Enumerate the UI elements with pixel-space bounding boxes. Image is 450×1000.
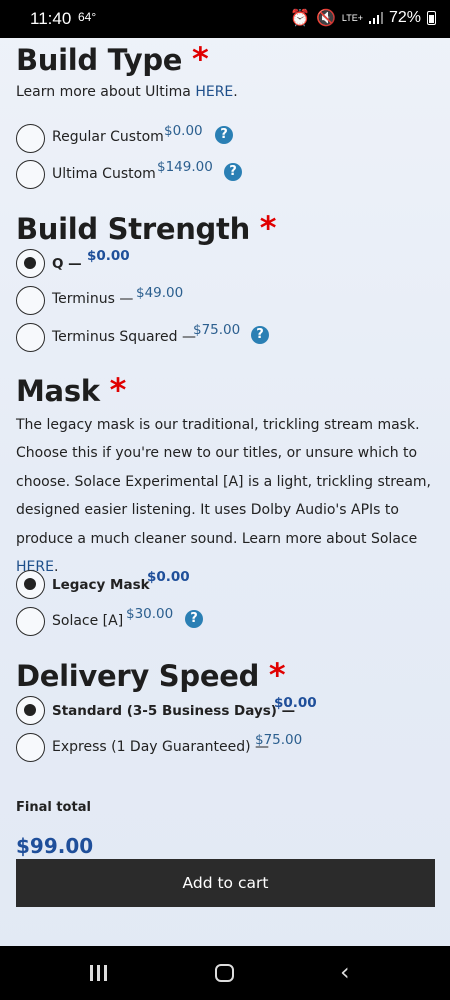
option-price-regular-custom: $0.00 [164,123,203,139]
signal-icon [368,12,383,24]
build-strength-title: Build Strength [16,212,250,246]
final-total-value: $99.00 [16,834,94,858]
alarm-icon: ⏰ [290,10,310,27]
option-price-terminus: $49.00 [136,285,184,301]
radio-express-delivery[interactable] [16,733,45,762]
radio-q[interactable] [16,249,45,278]
required-marker: * [191,40,209,78]
option-price-express-delivery: $75.00 [255,732,303,748]
status-icons: ⏰ 🔇 LTE+ 72% [290,8,436,28]
battery-percent: 72% [388,9,421,26]
option-label-standard-delivery: Standard (3-5 Business Days) — [52,703,296,719]
build-type-title: Build Type [16,43,183,77]
back-icon[interactable]: ‹ [340,960,350,984]
mask-description: The legacy mask is our traditional, tric… [16,411,436,581]
radio-terminus[interactable] [16,286,45,315]
radio-standard-delivery[interactable] [16,696,45,725]
option-label-express-delivery: Express (1 Day Guaranteed) — [52,739,270,755]
build-type-heading: Build Type * [16,40,209,78]
option-price-standard-delivery: $0.00 [274,695,317,711]
radio-regular-custom[interactable] [16,124,45,153]
required-marker: * [259,209,277,247]
status-time: 11:40 [30,9,72,28]
build-type-intro-end: . [233,84,238,100]
mask-description-text: The legacy mask is our traditional, tric… [16,417,431,547]
radio-solace[interactable] [16,607,45,636]
question-circle-icon[interactable]: ? [224,163,242,181]
build-strength-heading: Build Strength * [16,209,276,247]
ultima-learn-more-link[interactable]: HERE [195,84,233,100]
option-label-regular-custom: Regular Custom [52,129,164,145]
option-price-solace: $30.00 [126,606,174,622]
question-circle-icon[interactable]: ? [185,610,203,628]
required-marker: * [109,371,127,409]
option-label-terminus: Terminus — [52,291,134,307]
mask-title: Mask [16,374,100,408]
status-temperature: 64° [78,10,97,24]
mask-heading: Mask * [16,371,126,409]
option-label-q: Q — [52,256,82,272]
radio-legacy-mask[interactable] [16,570,45,599]
network-type: LTE+ [341,12,363,23]
build-type-intro-text: Learn more about Ultima [16,84,196,100]
mask-description-end: . [53,559,59,576]
radio-ultima-custom[interactable] [16,160,45,189]
add-to-cart-button[interactable]: Add to cart [16,859,435,907]
final-total-label: Final total [16,800,91,815]
option-price-terminus-squared: $75.00 [193,322,241,338]
question-circle-icon[interactable]: ? [215,126,233,144]
option-label-ultima-custom: Ultima Custom [52,166,156,182]
required-marker: * [268,656,286,694]
option-price-legacy-mask: $0.00 [147,569,190,585]
question-circle-icon[interactable]: ? [251,326,269,344]
option-price-ultima-custom: $149.00 [157,159,213,175]
system-navigation-bar: ‹ [0,946,450,1000]
home-icon[interactable] [215,964,234,982]
delivery-speed-title: Delivery Speed [16,659,260,693]
recent-apps-icon[interactable] [90,965,108,981]
radio-terminus-squared[interactable] [16,323,45,352]
delivery-speed-heading: Delivery Speed * [16,656,286,694]
option-label-terminus-squared: Terminus Squared — [52,329,196,345]
option-label-solace: Solace [A] [52,613,124,629]
build-type-intro: Learn more about Ultima HERE. [16,78,436,106]
option-label-legacy-mask: Legacy Mask [52,577,150,593]
mute-icon: 🔇 [315,10,336,27]
product-options-form: Build Type * Learn more about Ultima HER… [0,38,450,946]
option-price-q: $0.00 [87,248,130,264]
status-bar: 11:40 64° ⏰ 🔇 LTE+ 72% [0,0,450,38]
battery-icon [427,11,436,25]
